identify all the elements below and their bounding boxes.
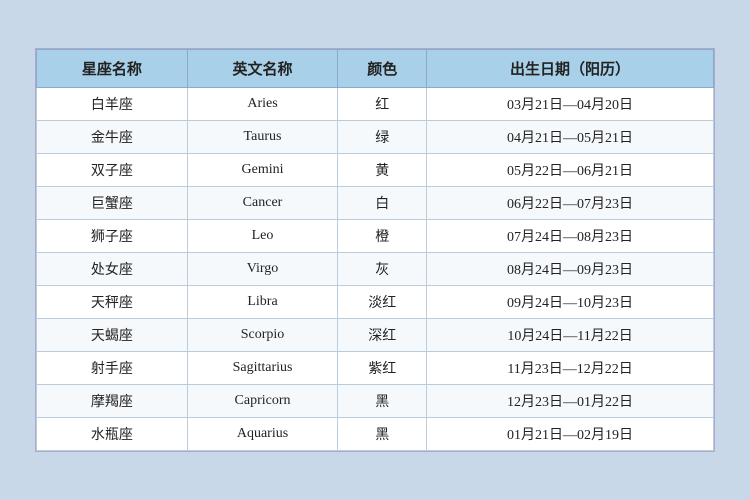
cell-chinese: 天蝎座 <box>37 319 188 352</box>
cell-english: Taurus <box>187 121 338 154</box>
cell-dates: 01月21日—02月19日 <box>427 418 714 451</box>
cell-chinese: 双子座 <box>37 154 188 187</box>
cell-color: 白 <box>338 187 427 220</box>
table-row: 双子座Gemini黄05月22日—06月21日 <box>37 154 714 187</box>
zodiac-table-container: 星座名称 英文名称 颜色 出生日期（阳历） 白羊座Aries红03月21日—04… <box>35 48 715 452</box>
table-body: 白羊座Aries红03月21日—04月20日金牛座Taurus绿04月21日—0… <box>37 88 714 451</box>
table-row: 处女座Virgo灰08月24日—09月23日 <box>37 253 714 286</box>
table-row: 巨蟹座Cancer白06月22日—07月23日 <box>37 187 714 220</box>
cell-color: 绿 <box>338 121 427 154</box>
header-english-name: 英文名称 <box>187 50 338 88</box>
cell-chinese: 金牛座 <box>37 121 188 154</box>
cell-chinese: 摩羯座 <box>37 385 188 418</box>
cell-english: Sagittarius <box>187 352 338 385</box>
header-dates: 出生日期（阳历） <box>427 50 714 88</box>
cell-english: Capricorn <box>187 385 338 418</box>
cell-english: Leo <box>187 220 338 253</box>
cell-dates: 10月24日—11月22日 <box>427 319 714 352</box>
cell-chinese: 水瓶座 <box>37 418 188 451</box>
cell-color: 深红 <box>338 319 427 352</box>
table-row: 天秤座Libra淡红09月24日—10月23日 <box>37 286 714 319</box>
cell-color: 灰 <box>338 253 427 286</box>
cell-english: Gemini <box>187 154 338 187</box>
cell-chinese: 处女座 <box>37 253 188 286</box>
cell-dates: 07月24日—08月23日 <box>427 220 714 253</box>
cell-english: Aquarius <box>187 418 338 451</box>
cell-color: 淡红 <box>338 286 427 319</box>
cell-dates: 08月24日—09月23日 <box>427 253 714 286</box>
table-row: 天蝎座Scorpio深红10月24日—11月22日 <box>37 319 714 352</box>
cell-dates: 12月23日—01月22日 <box>427 385 714 418</box>
header-chinese-name: 星座名称 <box>37 50 188 88</box>
header-color: 颜色 <box>338 50 427 88</box>
table-row: 水瓶座Aquarius黑01月21日—02月19日 <box>37 418 714 451</box>
cell-dates: 09月24日—10月23日 <box>427 286 714 319</box>
cell-dates: 05月22日—06月21日 <box>427 154 714 187</box>
cell-chinese: 狮子座 <box>37 220 188 253</box>
cell-color: 橙 <box>338 220 427 253</box>
cell-color: 黄 <box>338 154 427 187</box>
cell-dates: 11月23日—12月22日 <box>427 352 714 385</box>
cell-english: Libra <box>187 286 338 319</box>
zodiac-table: 星座名称 英文名称 颜色 出生日期（阳历） 白羊座Aries红03月21日—04… <box>36 49 714 451</box>
cell-color: 黑 <box>338 385 427 418</box>
cell-color: 黑 <box>338 418 427 451</box>
cell-dates: 03月21日—04月20日 <box>427 88 714 121</box>
table-header-row: 星座名称 英文名称 颜色 出生日期（阳历） <box>37 50 714 88</box>
cell-chinese: 白羊座 <box>37 88 188 121</box>
cell-chinese: 天秤座 <box>37 286 188 319</box>
cell-dates: 04月21日—05月21日 <box>427 121 714 154</box>
table-row: 狮子座Leo橙07月24日—08月23日 <box>37 220 714 253</box>
cell-english: Cancer <box>187 187 338 220</box>
cell-english: Scorpio <box>187 319 338 352</box>
table-row: 金牛座Taurus绿04月21日—05月21日 <box>37 121 714 154</box>
cell-color: 紫红 <box>338 352 427 385</box>
cell-dates: 06月22日—07月23日 <box>427 187 714 220</box>
cell-chinese: 巨蟹座 <box>37 187 188 220</box>
table-row: 摩羯座Capricorn黑12月23日—01月22日 <box>37 385 714 418</box>
cell-english: Virgo <box>187 253 338 286</box>
cell-chinese: 射手座 <box>37 352 188 385</box>
table-row: 白羊座Aries红03月21日—04月20日 <box>37 88 714 121</box>
cell-english: Aries <box>187 88 338 121</box>
table-row: 射手座Sagittarius紫红11月23日—12月22日 <box>37 352 714 385</box>
cell-color: 红 <box>338 88 427 121</box>
